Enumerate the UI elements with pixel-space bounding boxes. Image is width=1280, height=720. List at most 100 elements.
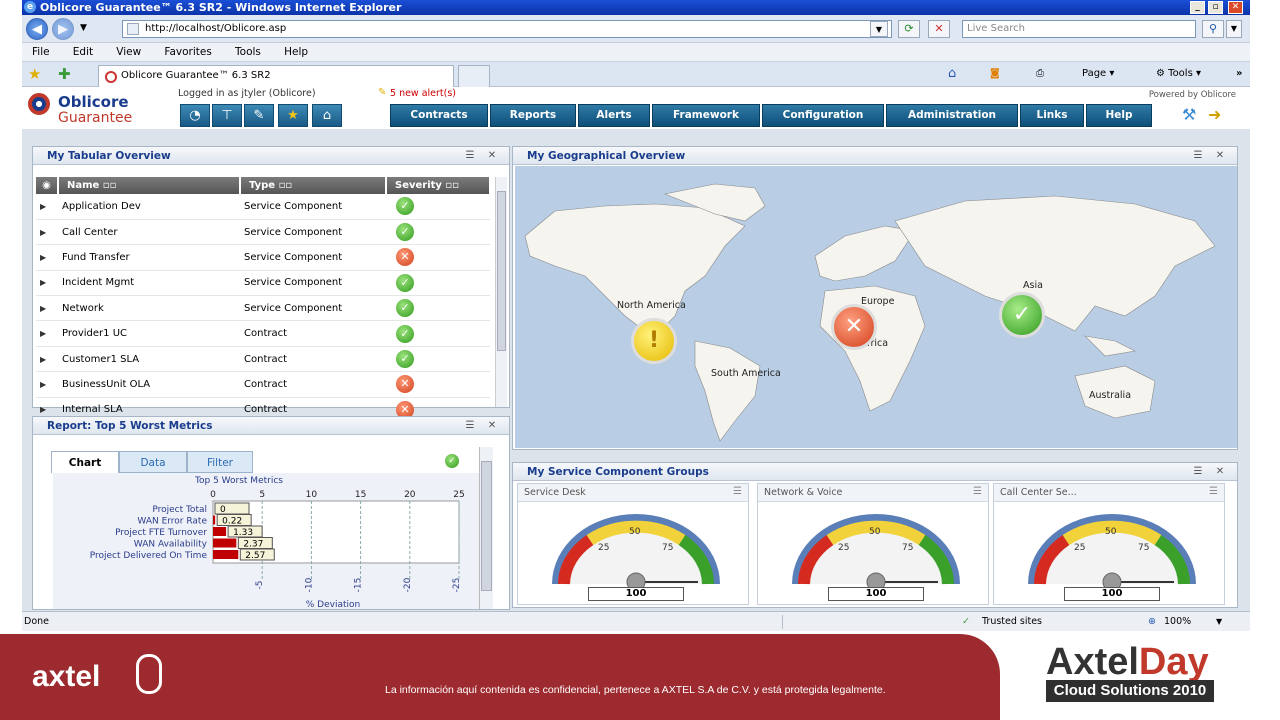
- zoom-dropdown-icon[interactable]: ▼: [1216, 612, 1222, 631]
- expand-row-icon[interactable]: ▶: [40, 278, 46, 287]
- nav-configuration[interactable]: Configuration: [762, 104, 884, 127]
- panel-menu-icon[interactable]: ☰: [461, 149, 479, 163]
- expand-row-icon[interactable]: ▶: [40, 380, 46, 389]
- refresh-icon[interactable]: ⟳: [898, 20, 920, 38]
- table-row[interactable]: ▶ BusinessUnit OLA Contract ✕: [36, 371, 490, 398]
- favorites-icon[interactable]: ★: [278, 104, 308, 127]
- report-scrollbar[interactable]: [479, 447, 493, 609]
- table-row[interactable]: ▶ Incident Mgmt Service Component ✓: [36, 270, 490, 297]
- table-row[interactable]: ▶ Customer1 SLA Contract ✓: [36, 346, 490, 373]
- geo-menu-icon[interactable]: ☰: [1189, 149, 1207, 163]
- live-search-input[interactable]: Live Search: [962, 20, 1196, 38]
- expand-row-icon[interactable]: ▶: [40, 355, 46, 364]
- gauge-menu-icon[interactable]: ☰: [973, 486, 982, 497]
- column-header-severity[interactable]: Severity ▫▫: [386, 177, 491, 194]
- column-header-type[interactable]: Type ▫▫: [240, 177, 387, 194]
- nav-alerts[interactable]: Alerts: [578, 104, 650, 127]
- new-alerts-link[interactable]: 5 new alert(s): [390, 88, 456, 99]
- tab-data[interactable]: Data: [119, 451, 187, 473]
- home-app-icon[interactable]: ⌂: [312, 104, 342, 127]
- row-expander[interactable]: ▶: [36, 295, 58, 322]
- gauge-menu-icon[interactable]: ☰: [733, 486, 742, 497]
- nav-contracts[interactable]: Contracts: [390, 104, 488, 127]
- expand-row-icon[interactable]: ▶: [40, 253, 46, 262]
- hierarchy-icon[interactable]: ⊤: [212, 104, 242, 127]
- world-map[interactable]: North America South America Europe Afric…: [515, 166, 1237, 448]
- browser-tab-active[interactable]: Oblicore Guarantee™ 6.3 SR2: [98, 65, 454, 87]
- table-row[interactable]: ▶ Application Dev Service Component ✓: [36, 194, 490, 220]
- groups-menu-icon[interactable]: ☰: [1189, 465, 1207, 479]
- menu-favorites[interactable]: Favorites: [154, 43, 221, 62]
- menu-file[interactable]: File: [22, 43, 60, 62]
- tab-filter[interactable]: Filter: [187, 451, 253, 473]
- new-tab-button[interactable]: [458, 65, 490, 87]
- groups-close-icon[interactable]: ✕: [1211, 465, 1229, 479]
- table-row[interactable]: ▶ Fund Transfer Service Component ✕: [36, 244, 490, 271]
- row-expander[interactable]: ▶: [36, 244, 58, 271]
- add-favorite-icon[interactable]: ✚: [58, 65, 71, 83]
- expand-row-icon[interactable]: ▶: [40, 405, 46, 414]
- table-scrollbar[interactable]: [495, 177, 507, 407]
- dashboard-gauge-icon[interactable]: ◔: [180, 104, 210, 127]
- forward-button[interactable]: ▶: [52, 18, 74, 40]
- expand-row-icon[interactable]: ▶: [40, 329, 46, 338]
- search-icon[interactable]: ⚲: [1202, 20, 1224, 38]
- row-expander[interactable]: ▶: [36, 346, 58, 373]
- nav-reports[interactable]: Reports: [490, 104, 576, 127]
- zoom-level[interactable]: 100%: [1164, 612, 1191, 631]
- logout-arrow-icon[interactable]: ➜: [1208, 105, 1221, 124]
- menu-help[interactable]: Help: [274, 43, 318, 62]
- table-row[interactable]: ▶ Network Service Component ✓: [36, 295, 490, 322]
- expand-row-icon[interactable]: ▶: [40, 202, 46, 211]
- report-close-icon[interactable]: ✕: [483, 419, 501, 433]
- panel-close-icon[interactable]: ✕: [483, 149, 501, 163]
- menu-edit[interactable]: Edit: [63, 43, 103, 62]
- nav-help[interactable]: Help: [1086, 104, 1152, 127]
- row-expander[interactable]: ▶: [36, 270, 58, 297]
- table-row[interactable]: ▶ Call Center Service Component ✓: [36, 219, 490, 246]
- table-scrollbar-thumb[interactable]: [497, 191, 506, 351]
- expand-row-icon[interactable]: ▶: [40, 304, 46, 313]
- close-window-button[interactable]: ✕: [1228, 1, 1243, 14]
- north-america-warning-marker[interactable]: !: [631, 318, 677, 364]
- row-expander[interactable]: ▶: [36, 194, 58, 220]
- report-menu-icon[interactable]: ☰: [461, 419, 479, 433]
- row-expander[interactable]: ▶: [36, 320, 58, 347]
- tools-menu[interactable]: ⚙ Tools ▾: [1156, 66, 1201, 82]
- nav-administration[interactable]: Administration: [886, 104, 1018, 127]
- asia-ok-marker[interactable]: ✓: [999, 292, 1045, 338]
- feeds-icon[interactable]: ◙: [990, 66, 1000, 82]
- print-icon[interactable]: ⎙: [1036, 66, 1044, 82]
- toolbox-icon[interactable]: ✎: [244, 104, 274, 127]
- minimize-button[interactable]: _: [1190, 1, 1205, 14]
- maximize-button[interactable]: ▫: [1208, 1, 1223, 14]
- menu-tools[interactable]: Tools: [225, 43, 271, 62]
- geo-close-icon[interactable]: ✕: [1211, 149, 1229, 163]
- settings-wrench-icon[interactable]: ⚒: [1182, 105, 1196, 124]
- gauge-menu-icon[interactable]: ☰: [1209, 486, 1218, 497]
- row-expander[interactable]: ▶: [36, 219, 58, 246]
- tab-chart[interactable]: Chart: [51, 451, 119, 473]
- bar: [213, 550, 239, 559]
- europe-error-marker[interactable]: ✕: [831, 304, 877, 350]
- nav-links[interactable]: Links: [1020, 104, 1084, 127]
- url-dropdown-icon[interactable]: ▼: [870, 21, 888, 37]
- toolbar-overflow-chevron[interactable]: »: [1236, 66, 1242, 82]
- favorites-star-icon[interactable]: ★: [28, 65, 41, 83]
- page-menu[interactable]: Page ▾: [1082, 66, 1114, 82]
- history-dropdown-icon[interactable]: ▼: [80, 23, 87, 33]
- home-icon[interactable]: ⌂: [948, 66, 956, 82]
- report-scrollbar-thumb[interactable]: [481, 461, 492, 591]
- stop-icon[interactable]: ✕: [928, 20, 950, 38]
- table-settings-icon[interactable]: ◉: [36, 177, 59, 194]
- row-expander[interactable]: ▶: [36, 371, 58, 398]
- menu-view[interactable]: View: [106, 43, 151, 62]
- nav-framework[interactable]: Framework: [652, 104, 760, 127]
- table-row[interactable]: ▶ Provider1 UC Contract ✓: [36, 320, 490, 347]
- back-button[interactable]: ◀: [26, 18, 48, 40]
- column-header-name[interactable]: Name ▫▫: [58, 177, 241, 194]
- gauge-title: Network & Voice: [758, 484, 988, 502]
- url-input[interactable]: http://localhost/Oblicore.asp: [122, 20, 892, 38]
- search-options-icon[interactable]: ▼: [1226, 20, 1242, 38]
- expand-row-icon[interactable]: ▶: [40, 228, 46, 237]
